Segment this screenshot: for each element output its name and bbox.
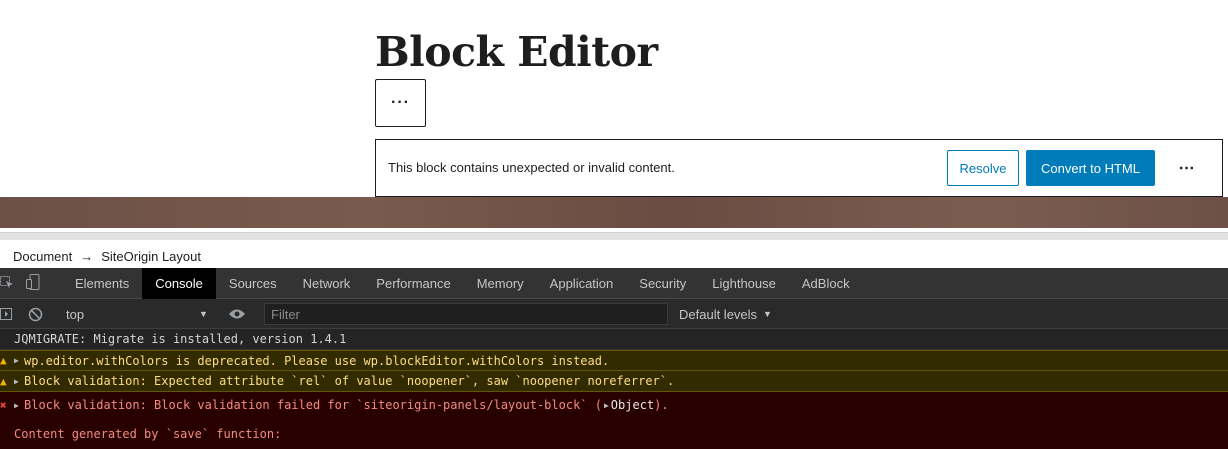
expand-triangle-icon[interactable]: ▶: [14, 377, 19, 386]
clear-console-icon[interactable]: [28, 299, 43, 329]
resolve-button[interactable]: Resolve: [947, 150, 1019, 186]
object-expand-triangle-icon[interactable]: ▶: [604, 401, 609, 410]
more-options-button[interactable]: ⋯: [1172, 154, 1202, 182]
warning-message: This block contains unexpected or invali…: [388, 160, 675, 175]
sidebar-toggle-icon[interactable]: [0, 299, 12, 329]
tab-lighthouse[interactable]: Lighthouse: [699, 268, 789, 299]
console-message-error-detail: Content generated by `save` function:: [0, 418, 1228, 449]
panel-resize-divider[interactable]: [0, 232, 1228, 240]
expand-triangle-icon[interactable]: ▶: [14, 356, 19, 365]
tab-elements[interactable]: Elements: [62, 268, 142, 299]
console-message-info: JQMIGRATE: Migrate is installed, version…: [0, 329, 1228, 350]
context-dropdown-icon[interactable]: ▼: [199, 299, 208, 329]
message-text: Content generated by `save` function:: [14, 426, 282, 441]
levels-chevron-down-icon[interactable]: ▼: [763, 299, 772, 329]
log-levels-dropdown[interactable]: Default levels: [679, 299, 757, 329]
console-message-warning[interactable]: ▲ ▶ wp.editor.withColors is deprecated. …: [0, 350, 1228, 371]
message-text: Block validation: Block validation faile…: [24, 398, 602, 412]
context-selector[interactable]: top: [66, 299, 84, 329]
expand-triangle-icon[interactable]: ▶: [14, 401, 19, 410]
tab-performance[interactable]: Performance: [363, 268, 463, 299]
warning-icon: ▲: [0, 354, 7, 367]
object-reference[interactable]: Object: [611, 398, 654, 412]
tab-memory[interactable]: Memory: [464, 268, 537, 299]
tab-network[interactable]: Network: [290, 268, 364, 299]
background-image-strip: [0, 197, 1228, 228]
warning-icon: ▲: [0, 374, 7, 388]
block-options-button[interactable]: ···: [375, 79, 426, 127]
console-message-error[interactable]: ✖ ▶ Block validation: Block validation f…: [0, 392, 1228, 418]
console-filter-input[interactable]: Filter: [264, 303, 668, 325]
console-message-warning[interactable]: ▲ ▶ Block validation: Expected attribute…: [0, 371, 1228, 392]
error-icon: ✖: [0, 398, 7, 412]
message-text: Block validation: Expected attribute `re…: [24, 374, 675, 388]
breadcrumb-separator: →: [80, 248, 94, 264]
inspect-element-icon[interactable]: [0, 275, 14, 292]
message-text: wp.editor.withColors is deprecated. Plea…: [24, 353, 610, 368]
page-title[interactable]: Block Editor: [375, 28, 658, 76]
tab-adblock[interactable]: AdBlock: [789, 268, 863, 299]
invalid-block-warning: This block contains unexpected or invali…: [375, 139, 1223, 197]
devtools-tab-bar: Elements Console Sources Network Perform…: [0, 267, 1228, 299]
device-toolbar-icon[interactable]: [26, 273, 40, 293]
convert-to-html-button[interactable]: Convert to HTML: [1026, 150, 1155, 186]
devtools-panel: Elements Console Sources Network Perform…: [0, 267, 1228, 449]
live-expression-eye-icon[interactable]: [228, 299, 246, 329]
tab-sources[interactable]: Sources: [216, 268, 290, 299]
block-editor-canvas: Block Editor ··· This block contains une…: [0, 0, 1228, 197]
console-toolbar: top ▼ Filter Default levels ▼: [0, 299, 1228, 329]
message-text: JQMIGRATE: Migrate is installed, version…: [14, 332, 347, 346]
tab-application[interactable]: Application: [537, 268, 627, 299]
breadcrumb-item-document[interactable]: Document: [13, 249, 72, 264]
devtools-icons: [0, 268, 62, 299]
breadcrumb-item-siteorigin-layout[interactable]: SiteOrigin Layout: [101, 249, 201, 264]
tab-console[interactable]: Console: [142, 267, 216, 299]
message-suffix: ).: [654, 398, 669, 412]
tab-security[interactable]: Security: [626, 268, 699, 299]
breadcrumb: Document → SiteOrigin Layout: [0, 244, 1228, 268]
console-output: JQMIGRATE: Migrate is installed, version…: [0, 329, 1228, 449]
